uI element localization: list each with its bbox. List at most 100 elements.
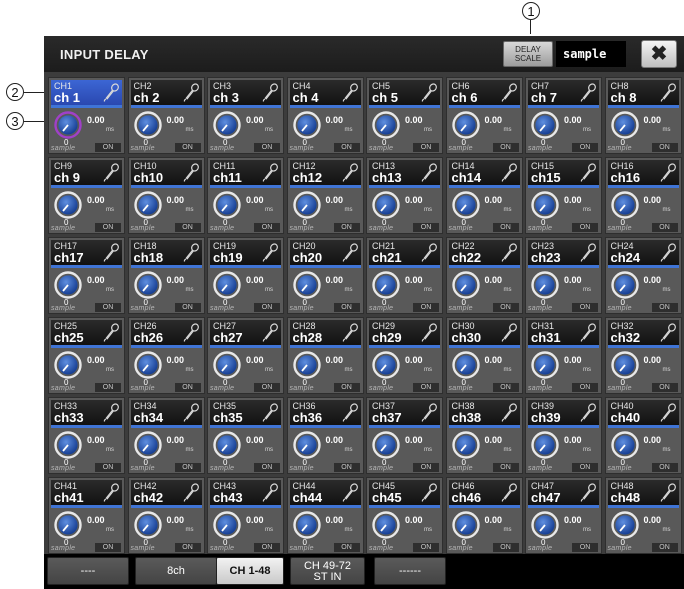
delay-on-button[interactable]: ON [95, 383, 121, 392]
delay-knob-icon[interactable] [451, 351, 480, 379]
delay-knob-icon[interactable] [372, 511, 400, 539]
channel-cell[interactable]: CH42 ch42 0.00 ms 0 sample ON [127, 477, 205, 554]
channel-cell[interactable]: CH38 ch38 0.00 ms 0 sample ON [445, 397, 523, 474]
delay-knob-icon[interactable] [292, 511, 321, 539]
delay-knob-icon[interactable] [372, 351, 400, 379]
channel-cell[interactable]: CH30 ch30 0.00 ms 0 sample ON [445, 317, 523, 394]
channel-header[interactable]: CH18 ch18 [130, 240, 202, 265]
delay-on-button[interactable]: ON [413, 303, 439, 312]
delay-on-button[interactable]: ON [572, 383, 598, 392]
channel-cell[interactable]: CH1 ch 1 0.00 ms 0 sample ON [48, 77, 125, 154]
delay-on-button[interactable]: ON [333, 223, 360, 232]
delay-on-button[interactable]: ON [174, 223, 201, 232]
delay-knob-icon[interactable] [451, 431, 480, 459]
channel-header[interactable]: CH38 ch38 [448, 400, 520, 425]
delay-on-button[interactable]: ON [174, 543, 201, 552]
delay-knob-icon[interactable] [54, 271, 82, 299]
channel-cell[interactable]: CH35 ch35 0.00 ms 0 sample ON [207, 397, 284, 474]
delay-knob-icon[interactable] [531, 431, 559, 459]
channel-cell[interactable]: CH22 ch22 0.00 ms 0 sample ON [445, 237, 523, 314]
channel-header[interactable]: CH41 ch41 [51, 480, 122, 505]
delay-on-button[interactable]: ON [254, 383, 280, 392]
delay-on-button[interactable]: ON [174, 303, 201, 312]
channel-header[interactable]: CH9 ch 9 [51, 160, 122, 185]
delay-knob-icon[interactable] [213, 191, 241, 219]
delay-knob-icon[interactable] [133, 511, 162, 539]
channel-header[interactable]: CH3 ch 3 [210, 80, 281, 105]
delay-on-button[interactable]: ON [174, 463, 201, 472]
delay-on-button[interactable]: ON [572, 303, 598, 312]
delay-knob-icon[interactable] [133, 191, 162, 219]
channel-header[interactable]: CH12 ch12 [289, 160, 361, 185]
delay-on-button[interactable]: ON [254, 143, 280, 152]
delay-on-button[interactable]: ON [572, 143, 598, 152]
delay-on-button[interactable]: ON [572, 543, 598, 552]
channel-cell[interactable]: CH14 ch14 0.00 ms 0 sample ON [445, 157, 523, 234]
delay-on-button[interactable]: ON [492, 223, 519, 232]
channel-header[interactable]: CH47 ch47 [528, 480, 599, 505]
delay-on-button[interactable]: ON [413, 383, 439, 392]
channel-header[interactable]: CH48 ch48 [607, 480, 679, 505]
delay-on-button[interactable]: ON [651, 463, 678, 472]
channel-cell[interactable]: CH29 ch29 0.00 ms 0 sample ON [366, 317, 443, 394]
channel-cell[interactable]: CH13 ch13 0.00 ms 0 sample ON [366, 157, 443, 234]
delay-on-button[interactable]: ON [333, 543, 360, 552]
channel-cell[interactable]: CH18 ch18 0.00 ms 0 sample ON [127, 237, 205, 314]
delay-knob-icon[interactable] [292, 271, 321, 299]
delay-knob-icon[interactable] [54, 511, 82, 539]
delay-knob-icon[interactable] [133, 271, 162, 299]
channel-cell[interactable]: CH7 ch 7 0.00 ms 0 sample ON [525, 77, 602, 154]
channel-cell[interactable]: CH46 ch46 0.00 ms 0 sample ON [445, 477, 523, 554]
channel-cell[interactable]: CH26 ch26 0.00 ms 0 sample ON [127, 317, 205, 394]
delay-on-button[interactable]: ON [95, 223, 121, 232]
delay-knob-icon[interactable] [531, 511, 559, 539]
close-icon[interactable]: ✖ [641, 40, 677, 68]
channel-cell[interactable]: CH17 ch17 0.00 ms 0 sample ON [48, 237, 125, 314]
delay-knob-icon[interactable] [213, 271, 241, 299]
channel-header[interactable]: CH45 ch45 [369, 480, 440, 505]
channel-header[interactable]: CH33 ch33 [51, 400, 122, 425]
channel-header[interactable]: CH6 ch 6 [448, 80, 520, 105]
channel-header[interactable]: CH32 ch32 [607, 320, 679, 345]
channel-cell[interactable]: CH44 ch44 0.00 ms 0 sample ON [286, 477, 364, 554]
channel-header[interactable]: CH30 ch30 [448, 320, 520, 345]
bank-tab[interactable]: CH 49-72 ST IN [290, 557, 365, 585]
delay-knob-icon[interactable] [133, 111, 162, 139]
channel-cell[interactable]: CH10 ch10 0.00 ms 0 sample ON [127, 157, 205, 234]
delay-on-button[interactable]: ON [492, 463, 519, 472]
delay-on-button[interactable]: ON [333, 143, 360, 152]
channel-cell[interactable]: CH11 ch11 0.00 ms 0 sample ON [207, 157, 284, 234]
channel-header[interactable]: CH42 ch42 [130, 480, 202, 505]
delay-on-button[interactable]: ON [651, 143, 678, 152]
bank-tab[interactable]: ------ [374, 557, 446, 585]
delay-on-button[interactable]: ON [651, 543, 678, 552]
channel-header[interactable]: CH26 ch26 [130, 320, 202, 345]
channel-cell[interactable]: CH19 ch19 0.00 ms 0 sample ON [207, 237, 284, 314]
channel-header[interactable]: CH4 ch 4 [289, 80, 361, 105]
channel-header[interactable]: CH22 ch22 [448, 240, 520, 265]
delay-on-button[interactable]: ON [492, 383, 519, 392]
channel-cell[interactable]: CH40 ch40 0.00 ms 0 sample ON [604, 397, 682, 474]
delay-on-button[interactable]: ON [492, 303, 519, 312]
delay-knob-icon[interactable] [610, 351, 639, 379]
channel-cell[interactable]: CH31 ch31 0.00 ms 0 sample ON [525, 317, 602, 394]
channel-header[interactable]: CH27 ch27 [210, 320, 281, 345]
channel-cell[interactable]: CH23 ch23 0.00 ms 0 sample ON [525, 237, 602, 314]
channel-cell[interactable]: CH39 ch39 0.00 ms 0 sample ON [525, 397, 602, 474]
channel-cell[interactable]: CH6 ch 6 0.00 ms 0 sample ON [445, 77, 523, 154]
channel-header[interactable]: CH17 ch17 [51, 240, 122, 265]
channel-cell[interactable]: CH37 ch37 0.00 ms 0 sample ON [366, 397, 443, 474]
delay-knob-icon[interactable] [372, 111, 400, 139]
channel-header[interactable]: CH43 ch43 [210, 480, 281, 505]
channel-header[interactable]: CH13 ch13 [369, 160, 440, 185]
delay-knob-icon[interactable] [451, 191, 480, 219]
channel-header[interactable]: CH29 ch29 [369, 320, 440, 345]
delay-scale-button[interactable]: DELAY SCALE [503, 41, 553, 67]
channel-cell[interactable]: CH12 ch12 0.00 ms 0 sample ON [286, 157, 364, 234]
delay-knob-icon[interactable] [133, 431, 162, 459]
delay-knob-icon[interactable] [213, 431, 241, 459]
channel-header[interactable]: CH15 ch15 [528, 160, 599, 185]
delay-knob-icon[interactable] [292, 431, 321, 459]
delay-knob-icon[interactable] [213, 351, 241, 379]
delay-on-button[interactable]: ON [254, 463, 280, 472]
